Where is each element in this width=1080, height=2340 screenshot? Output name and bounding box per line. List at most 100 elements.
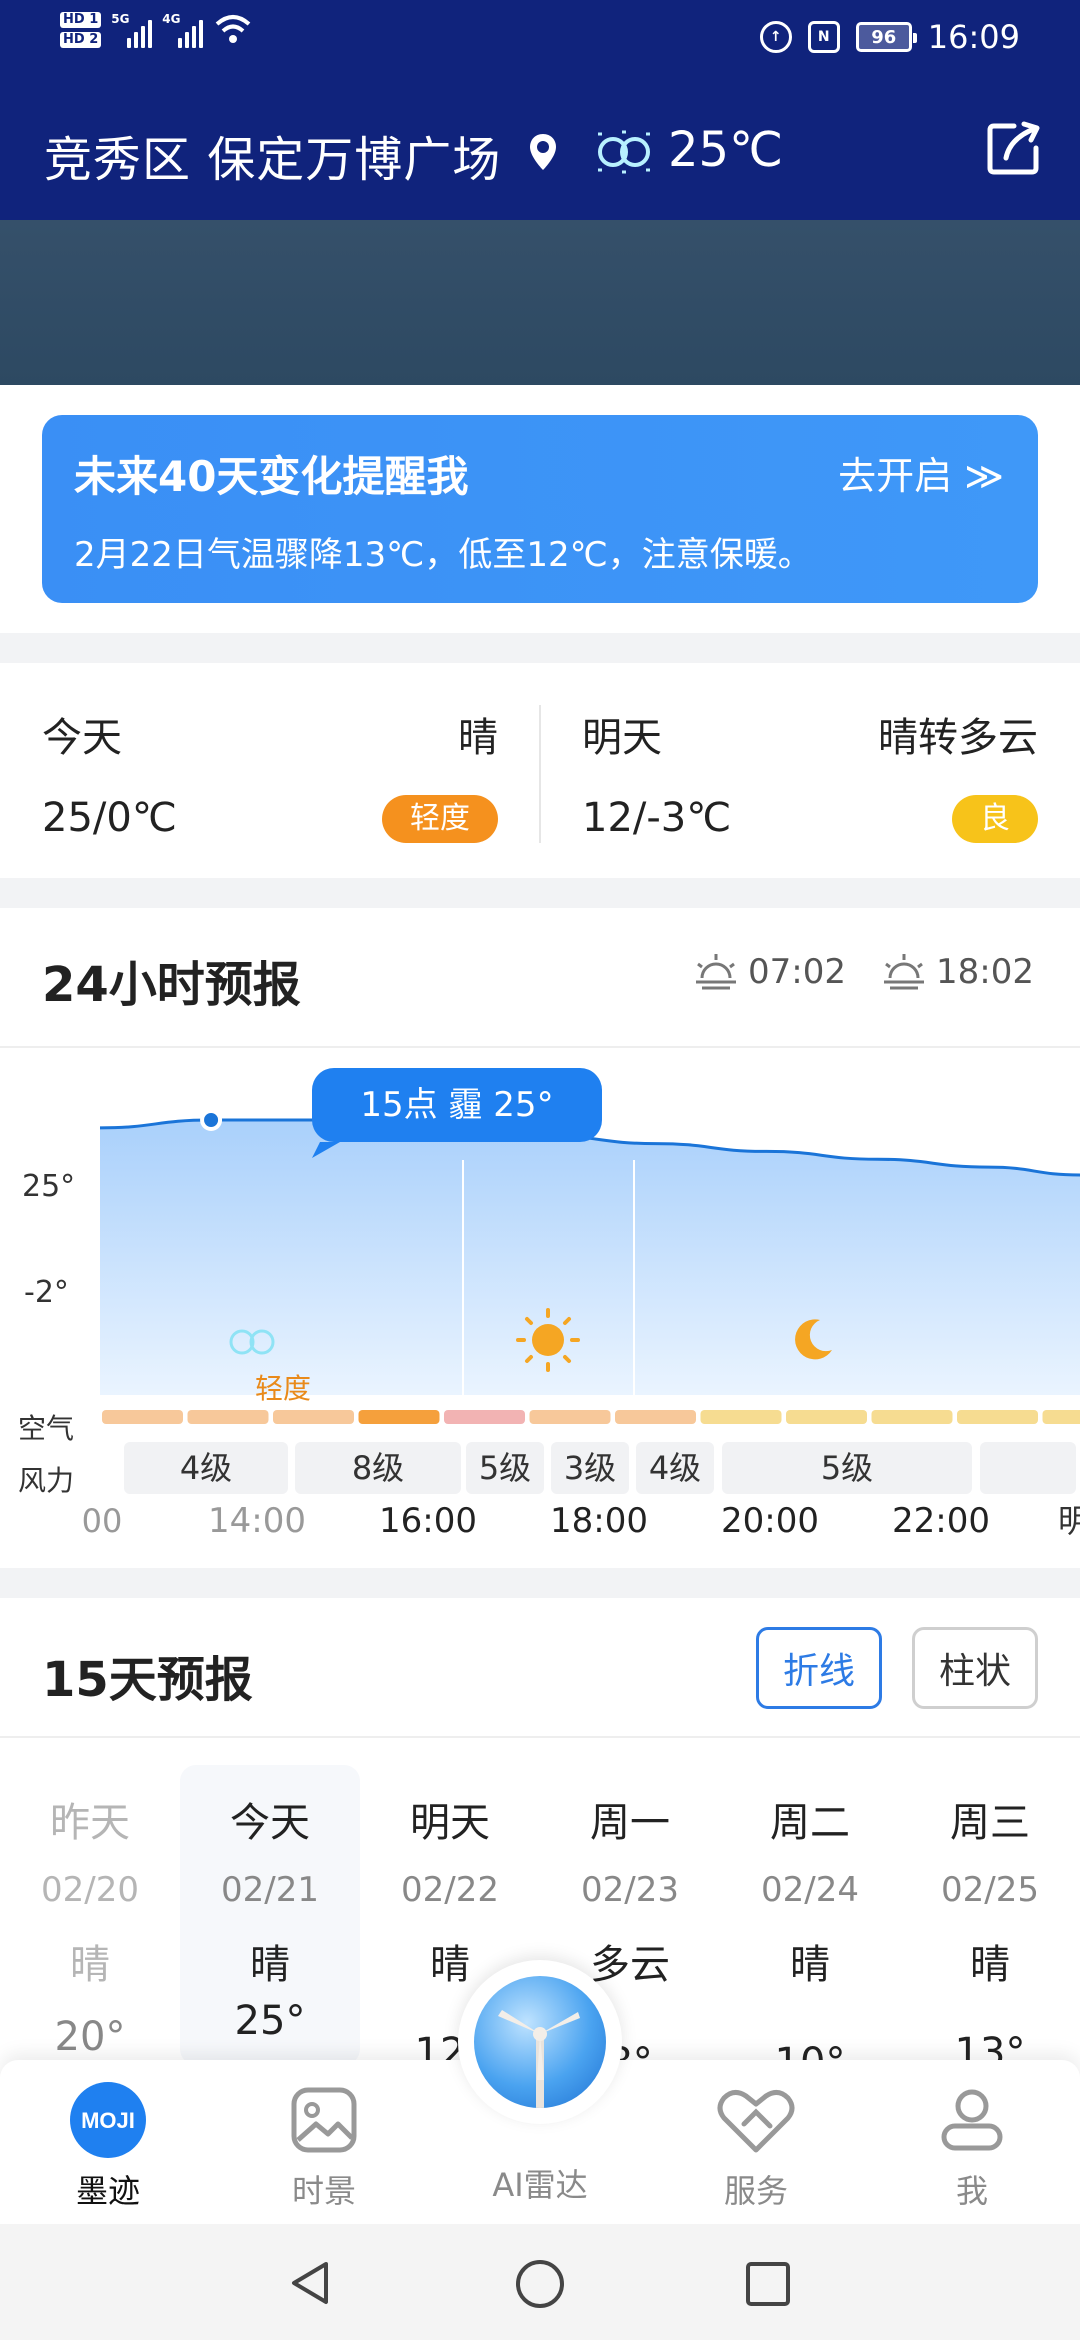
forecast-day-wednesday[interactable]: 周三 02/25 晴 13° [900, 1760, 1080, 2076]
air-row-label: 空气 [18, 1412, 74, 1445]
share-icon[interactable] [984, 118, 1044, 178]
forecast-day-today[interactable]: 今天 02/21 晴 25° [180, 1760, 360, 2044]
wind-turbine-image [474, 1976, 606, 2108]
wind-cell [980, 1442, 1076, 1494]
forecast-reminder-card[interactable]: 未来40天变化提醒我 去开启 ≫ 2月22日气温骤降13℃，低至12℃，注意保暖… [42, 415, 1038, 603]
wind-level-label: 8级 [352, 1449, 404, 1487]
enable-reminder-link[interactable]: 去开启 ≫ [838, 445, 1004, 500]
tomorrow-condition: 晴转多云 [878, 715, 1038, 761]
aq-segment [615, 1410, 696, 1424]
clock: 16:09 [927, 18, 1020, 56]
tomorrow-summary[interactable]: 明天 晴转多云 12/-3℃ 良 [540, 665, 1080, 875]
aq-segment [529, 1410, 611, 1424]
status-right: ↑ N 96 16:09 [759, 18, 1020, 56]
day-name: 今天 [230, 1800, 310, 1846]
nav-services-label: 服务 [723, 2172, 788, 2210]
day-high: 20° [54, 2014, 126, 2060]
system-navigation-bar [0, 2224, 1080, 2340]
tomorrow-label: 明天 [582, 715, 662, 761]
nav-moji[interactable]: MOJI 墨迹 [28, 2080, 188, 2212]
signal-5g-icon: 5G [111, 12, 153, 48]
recents-icon[interactable] [744, 2260, 792, 2308]
sunrise-time: 07:02 [748, 952, 846, 992]
sunrise: 07:02 [692, 952, 846, 992]
status-left: HD 1 HD 2 5G 4G [60, 12, 253, 52]
day-date: 02/24 [761, 1870, 859, 1910]
day-high: 25° [234, 1998, 306, 2044]
aq-segment [957, 1410, 1038, 1424]
back-icon[interactable] [286, 2258, 336, 2308]
hourly-temperature-chart[interactable]: 25° -2° 轻度 空气 风力 4级 8级 5级 3级 4级 5级 14:00 16:00… [0, 1050, 1080, 1550]
status-bar: HD 1 HD 2 5G 4G ↑ N 96 16:09 [0, 0, 1080, 80]
day-name: 明天 [410, 1800, 490, 1846]
time-label: 22:00 [892, 1501, 990, 1541]
daily-forecast-title: 15天预报 [42, 1652, 253, 1708]
svg-text:MOJI: MOJI [81, 2108, 135, 2133]
hd1-badge: HD 1 [60, 12, 102, 28]
bar-view-toggle[interactable]: 柱状 [912, 1627, 1038, 1709]
wind-row-label: 风力 [18, 1464, 74, 1497]
weather-background-strip [0, 220, 1080, 385]
volte-icon: ↑ [759, 21, 792, 53]
reminder-title: 未来40天变化提醒我 [74, 452, 469, 501]
highlight-point [200, 1109, 223, 1131]
time-label: 14:00 [208, 1501, 306, 1541]
day-name: 周二 [770, 1800, 850, 1846]
day-condition: 晴 [970, 1942, 1010, 1988]
nav-services[interactable]: 服务 [676, 2080, 836, 2212]
wind-level-label: 3级 [564, 1449, 616, 1487]
location-pin-icon[interactable] [528, 132, 558, 172]
day-date: 02/23 [581, 1870, 679, 1910]
battery-icon: 96 [855, 22, 917, 52]
nav-me-label: 我 [955, 2172, 988, 2210]
signal-4g-icon: 4G [162, 12, 204, 48]
aq-segment [187, 1410, 269, 1424]
aq-segment [871, 1410, 953, 1424]
today-aqi-badge: 轻度 [382, 795, 498, 843]
ai-radar-button[interactable] [458, 1960, 622, 2124]
moji-logo-icon: MOJI [70, 2082, 146, 2158]
heart-handshake-icon [717, 2090, 795, 2153]
nav-moji-label: 墨迹 [75, 2172, 140, 2210]
wind-level-label: 5级 [821, 1449, 873, 1487]
nav-scenery[interactable]: 时景 [244, 2080, 404, 2212]
aq-segment [358, 1410, 440, 1424]
location-title[interactable]: 竞秀区 保定万博广场 [44, 120, 501, 190]
nav-scenery-label: 时景 [291, 2172, 356, 2210]
aq-segment [700, 1410, 782, 1424]
sunset-time: 18:02 [936, 952, 1034, 992]
hourly-forecast-title: 24小时预报 [42, 957, 301, 1013]
day-date: 02/21 [221, 1870, 319, 1910]
forecast-day-yesterday[interactable]: 昨天 02/20 晴 20° [0, 1760, 180, 2060]
today-label: 今天 [42, 715, 122, 761]
nav-me[interactable]: 我 [892, 2080, 1052, 2212]
home-icon[interactable] [514, 2258, 566, 2310]
aq-segment [444, 1410, 525, 1424]
day-condition: 晴 [250, 1942, 290, 1988]
wind-level-label: 4级 [649, 1449, 701, 1487]
line-view-toggle[interactable]: 折线 [756, 1627, 882, 1709]
tomorrow-temperature: 12/-3℃ [582, 795, 732, 841]
aq-level-label: 轻度 [255, 1372, 311, 1405]
day-name: 周一 [590, 1800, 670, 1846]
time-label-edge-right: 明 [1058, 1502, 1080, 1540]
wifi-icon [215, 15, 251, 43]
day-condition: 晴 [70, 1942, 110, 1988]
sunset-icon [884, 954, 924, 990]
header-temperature: 25℃ [668, 122, 783, 178]
sunrise-icon [696, 954, 736, 990]
sunset: 18:02 [880, 952, 1034, 992]
divider [0, 1046, 1080, 1048]
section-separator [0, 878, 1080, 908]
nfc-icon: N [807, 21, 840, 53]
section-separator [0, 633, 1080, 663]
forecast-day-tuesday[interactable]: 周二 02/24 晴 10° [720, 1760, 900, 2086]
app-header: 竞秀区 保定万博广场 25℃ [0, 80, 1080, 220]
y-label-low: -2° [24, 1275, 69, 1310]
aq-segment [786, 1410, 867, 1424]
today-summary[interactable]: 今天 晴 25/0℃ 轻度 [0, 665, 540, 875]
day-condition: 晴 [790, 1942, 830, 1988]
day-date: 02/22 [401, 1870, 499, 1910]
nav-ai-radar-label: AI雷达 [492, 2166, 588, 2204]
day-date: 02/25 [941, 1870, 1039, 1910]
